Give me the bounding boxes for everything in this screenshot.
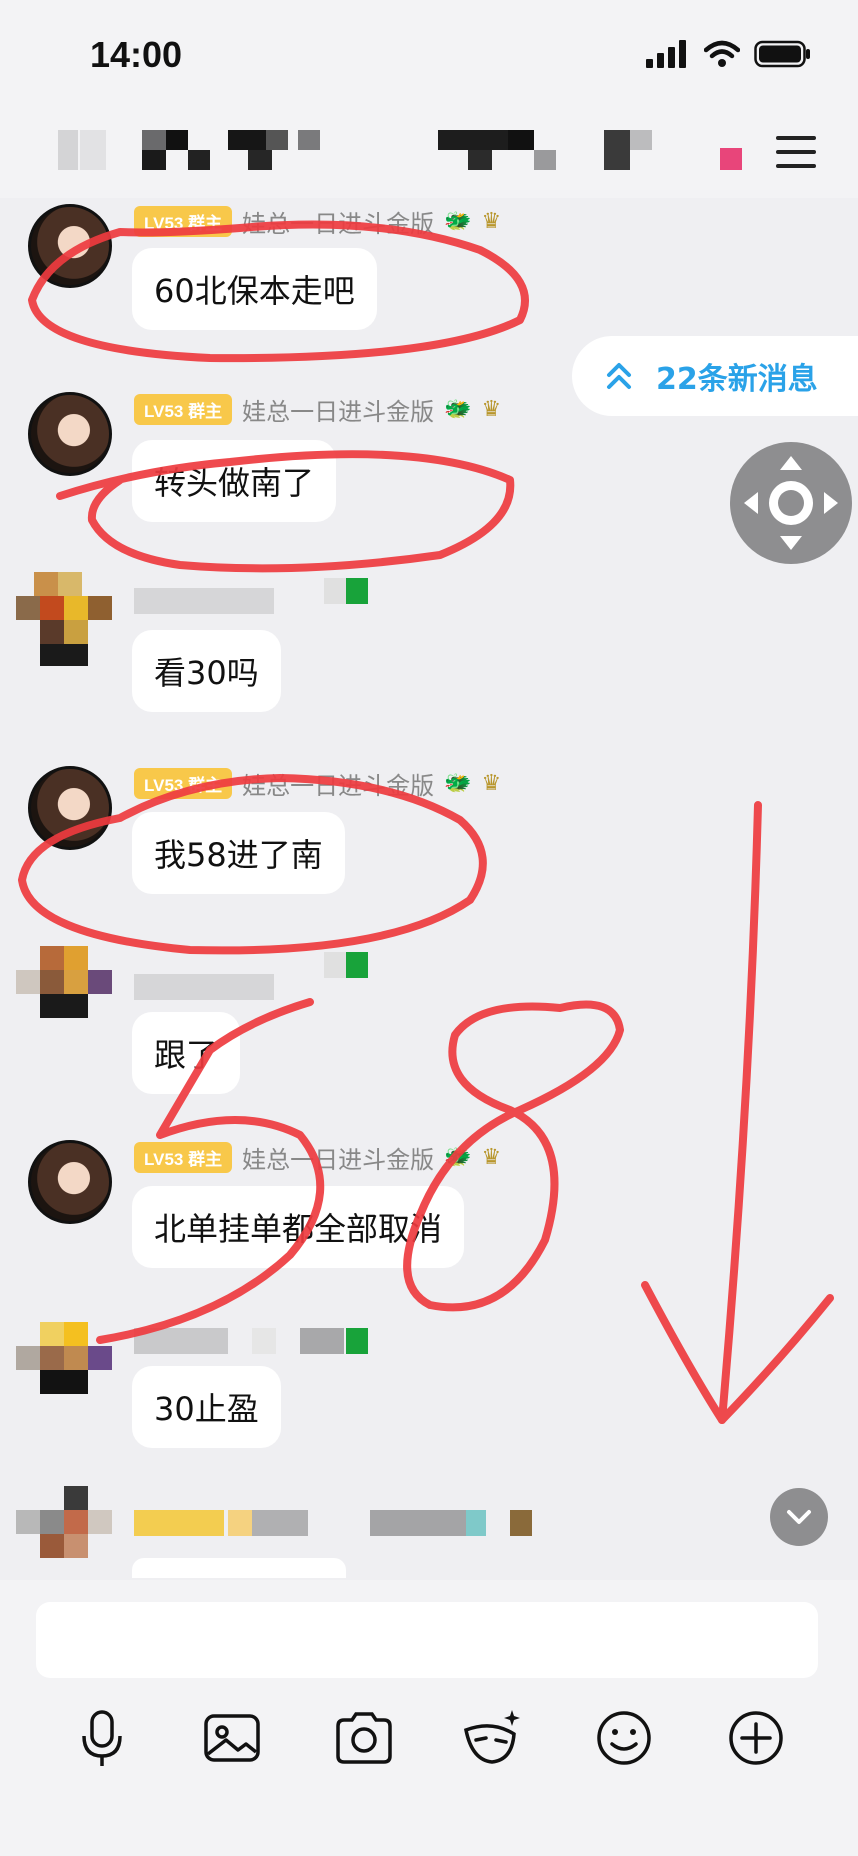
avatar[interactable] [16,946,112,1042]
sender-name[interactable]: 娃总一日进斗金版 [242,392,434,427]
dragon-icon: 🐲 [444,209,472,234]
double-chevron-up-icon [607,363,631,389]
down-arrow-stroke [641,1281,834,1424]
mic-icon[interactable] [70,1706,134,1770]
message-bubble[interactable]: 转头做南了 [132,440,337,522]
dragon-icon: 🐲 [444,771,472,796]
message-bubble[interactable]: 看30吗 [132,630,281,712]
image-icon[interactable] [200,1706,264,1770]
message-bubble[interactable]: 我58进了南 [132,812,345,894]
battery-icon [754,40,810,68]
dragon-icon: 🐲 [444,1145,472,1170]
level-badge: LV53 群主 [134,768,233,799]
joystick-icon [744,456,838,550]
avatar[interactable] [16,1322,112,1418]
sender-name[interactable]: 娃总一日进斗金版 [242,1140,434,1175]
dragon-icon: 🐲 [444,397,472,422]
crown-icon: ♛ [481,1145,502,1170]
chevron-down-icon [787,1510,811,1524]
level-badge: LV53 群主 [134,1142,233,1173]
sender-row: LV53 群主 娃总一日进斗金版 🐲 ♛ [134,1140,501,1175]
crown-icon: ♛ [481,397,502,422]
avatar[interactable] [16,572,112,668]
status-icons [646,40,812,68]
message-input[interactable] [36,1602,818,1678]
avatar[interactable] [28,766,112,850]
sender-name[interactable]: 娃总一日进斗金版 [242,204,434,239]
level-badge: LV53 群主 [134,206,233,237]
status-time: 14:00 [90,34,183,75]
status-bar: 14:00 [0,0,858,108]
avatar[interactable] [16,1486,112,1582]
crown-icon: ♛ [481,209,502,234]
avatar[interactable] [28,392,112,476]
scroll-to-bottom-button[interactable] [770,1488,828,1546]
level-badge: LV53 群主 [134,394,233,425]
input-area [0,1580,858,1856]
sender-row: LV53 群主 娃总一日进斗金版 🐲 ♛ [134,766,501,801]
camera-icon[interactable] [332,1706,396,1770]
message-bubble[interactable]: 60北保本走吧 [132,248,377,330]
handwritten-annotation [18,220,834,1424]
emoji-icon[interactable] [592,1706,656,1770]
plus-icon[interactable] [724,1706,788,1770]
wifi-icon [704,40,740,67]
floating-joystick[interactable] [730,442,852,564]
chat-header [0,108,858,198]
new-messages-label: 22条新消息 [656,362,818,397]
menu-icon[interactable] [776,136,816,168]
message-bubble[interactable]: 跟了 [132,1012,241,1094]
sender-row: LV53 群主 娃总一日进斗金版 🐲 ♛ [134,392,501,427]
message-bubble-partial [132,1558,346,1578]
sender-name[interactable]: 娃总一日进斗金版 [242,766,434,801]
crown-icon: ♛ [481,771,502,796]
message-bubble[interactable]: 北单挂单都全部取消 [132,1186,465,1268]
sender-row: LV53 群主 娃总一日进斗金版 🐲 ♛ [134,204,501,239]
new-messages-button[interactable]: 22条新消息 [572,336,858,416]
avatar[interactable] [28,204,112,288]
signal-icon [646,40,686,68]
down-arrow-stroke [718,801,762,1424]
mask-icon[interactable] [460,1706,524,1770]
message-bubble[interactable]: 30止盈 [132,1366,281,1448]
avatar[interactable] [28,1140,112,1224]
